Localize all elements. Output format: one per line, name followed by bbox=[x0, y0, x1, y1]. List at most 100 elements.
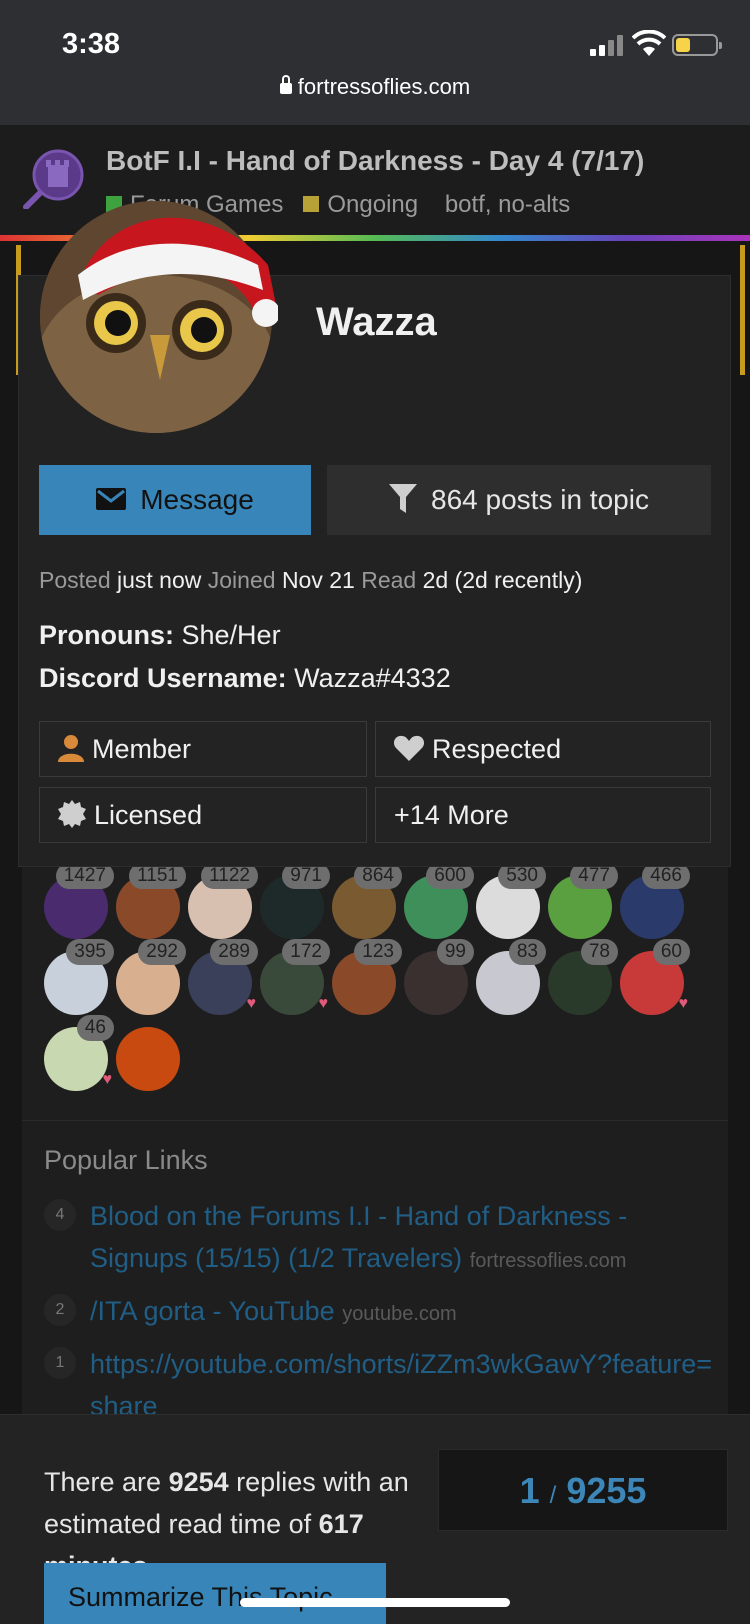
post-highlight-right bbox=[740, 245, 745, 375]
post-count-badge: 60 bbox=[652, 939, 690, 965]
wifi-icon bbox=[632, 30, 666, 56]
badge-label: +14 More bbox=[394, 800, 509, 830]
post-count-badge: 292 bbox=[138, 939, 186, 965]
participant-avatar[interactable]: 1151 bbox=[116, 863, 186, 939]
progress-total: 9255 bbox=[566, 1470, 647, 1511]
post-count-badge: 99 bbox=[436, 939, 474, 965]
participant-avatar[interactable]: 60 ♥ bbox=[620, 939, 690, 1015]
topic-tags[interactable]: botf, no-alts bbox=[445, 191, 570, 218]
post-count-badge: 78 bbox=[580, 939, 618, 965]
badge-respected[interactable]: Respected bbox=[375, 721, 711, 777]
post-count-badge: 289 bbox=[210, 939, 258, 965]
link-domain: fortressoflies.com bbox=[469, 1250, 627, 1272]
user-activity-meta: Posted just now Joined Nov 21 Read 2d (2… bbox=[39, 567, 582, 594]
post-count-badge: 395 bbox=[66, 939, 114, 965]
participant-avatar[interactable]: 395 bbox=[44, 939, 114, 1015]
topic-title[interactable]: BotF I.I - Hand of Darkness - Day 4 (7/1… bbox=[106, 145, 644, 177]
participant-avatar[interactable]: 46 ♥ bbox=[44, 1015, 114, 1091]
participant-avatar[interactable]: 83 bbox=[476, 939, 546, 1015]
certificate-icon bbox=[58, 799, 86, 828]
message-button[interactable]: Message bbox=[39, 465, 311, 535]
popular-links-list: 4 Blood on the Forums I.I - Hand of Dark… bbox=[44, 1195, 714, 1435]
heart-icon: ♥ bbox=[678, 995, 689, 1012]
popular-link[interactable]: https://youtube.com/shorts/iZZm3wkGawY?f… bbox=[90, 1349, 712, 1421]
link-click-count: 1 bbox=[44, 1347, 76, 1379]
url-text: fortressoflies.com bbox=[297, 74, 471, 99]
joined-value: Nov 21 bbox=[281, 567, 355, 593]
popular-link-item[interactable]: 2 /ITA gorta - YouTube youtube.com bbox=[44, 1290, 714, 1335]
divider bbox=[22, 1120, 728, 1121]
username: Wazza bbox=[316, 300, 437, 344]
post-count-badge: 46 bbox=[76, 1015, 114, 1041]
link-click-count: 4 bbox=[44, 1199, 76, 1231]
badge-licensed[interactable]: Licensed bbox=[39, 787, 367, 843]
progress-separator: / bbox=[549, 1482, 557, 1509]
participant-avatar[interactable] bbox=[116, 1027, 180, 1091]
posted-value: just now bbox=[117, 567, 202, 593]
participant-avatar[interactable]: 530 bbox=[476, 863, 546, 939]
read-label: Read bbox=[361, 567, 417, 593]
user-avatar[interactable] bbox=[38, 195, 278, 435]
badge-label: Member bbox=[92, 734, 192, 764]
participant-avatar[interactable]: 600 bbox=[404, 863, 474, 939]
browser-chrome: 3:38 fortressoflies.com bbox=[0, 0, 750, 125]
filter-icon bbox=[389, 483, 418, 513]
battery-icon bbox=[672, 34, 722, 56]
topic-progress[interactable]: 1 / 9255 bbox=[438, 1449, 728, 1531]
badge-label: Licensed bbox=[94, 800, 203, 830]
status-tag[interactable]: Ongoing bbox=[327, 191, 418, 218]
popular-link-item[interactable]: 4 Blood on the Forums I.I - Hand of Dark… bbox=[44, 1195, 714, 1282]
link-click-count: 2 bbox=[44, 1294, 76, 1326]
pronouns-label: Pronouns: bbox=[39, 620, 174, 650]
participant-avatar[interactable]: 1122 bbox=[188, 863, 258, 939]
posts-count-label: 864 posts in topic bbox=[431, 484, 649, 515]
pronouns-value: She/Her bbox=[181, 620, 281, 650]
link-domain: youtube.com bbox=[342, 1303, 457, 1325]
signal-icon bbox=[590, 34, 626, 56]
read-value: 2d (2d recently) bbox=[422, 567, 583, 593]
topic-summary-panel: 1427 1151 1122 971 864 600 530 477 466 395 292 289 ♥… bbox=[22, 855, 728, 1421]
user-icon bbox=[58, 734, 84, 762]
badge-label: Respected bbox=[432, 734, 562, 764]
participant-avatar[interactable]: 289 ♥ bbox=[188, 939, 258, 1015]
topic-footer: There are 9254 replies with an estimated… bbox=[0, 1414, 750, 1624]
discord-field: Discord Username: Wazza#4332 bbox=[39, 663, 451, 694]
participant-avatar[interactable]: 466 bbox=[620, 863, 690, 939]
badge-member[interactable]: Member bbox=[39, 721, 367, 777]
posted-label: Posted bbox=[39, 567, 111, 593]
envelope-icon bbox=[96, 487, 127, 510]
filter-posts-button[interactable]: 864 posts in topic bbox=[327, 465, 711, 535]
popular-link[interactable]: /ITA gorta - YouTube bbox=[90, 1296, 335, 1326]
status-time: 3:38 bbox=[62, 28, 121, 60]
heart-icon: ♥ bbox=[102, 1071, 113, 1088]
progress-current: 1 bbox=[519, 1470, 540, 1511]
post-count-badge: 123 bbox=[354, 939, 402, 965]
participant-avatar[interactable]: 1427 bbox=[44, 863, 114, 939]
message-label: Message bbox=[140, 484, 254, 515]
participant-avatar[interactable]: 477 bbox=[548, 863, 618, 939]
heart-icon bbox=[393, 735, 425, 761]
badge-more[interactable]: +14 More bbox=[375, 787, 711, 843]
heart-icon: ♥ bbox=[246, 995, 257, 1012]
participant-avatar[interactable]: 292 bbox=[116, 939, 186, 1015]
heart-icon: ♥ bbox=[318, 995, 329, 1012]
discord-label: Discord Username: bbox=[39, 663, 287, 693]
participant-avatar[interactable]: 864 bbox=[332, 863, 402, 939]
home-indicator[interactable] bbox=[240, 1598, 510, 1607]
replies-text: There are bbox=[44, 1467, 162, 1497]
popular-links-title: Popular Links bbox=[44, 1145, 208, 1175]
summarize-button[interactable]: Summarize This Topic bbox=[44, 1563, 386, 1624]
discord-value: Wazza#4332 bbox=[294, 663, 451, 693]
participant-avatar[interactable]: 172 ♥ bbox=[260, 939, 330, 1015]
post-count-badge: 172 bbox=[282, 939, 330, 965]
url-bar[interactable]: fortressoflies.com bbox=[0, 74, 750, 100]
participant-avatar[interactable]: 971 bbox=[260, 863, 330, 939]
replies-count: 9254 bbox=[168, 1467, 229, 1497]
post-count-badge: 83 bbox=[508, 939, 546, 965]
participant-avatar[interactable]: 99 bbox=[404, 939, 474, 1015]
status-color-swatch bbox=[303, 196, 320, 212]
joined-label: Joined bbox=[207, 567, 276, 593]
participant-avatar[interactable]: 78 bbox=[548, 939, 618, 1015]
pronouns-field: Pronouns: She/Her bbox=[39, 620, 281, 651]
participant-avatar[interactable]: 123 bbox=[332, 939, 402, 1015]
